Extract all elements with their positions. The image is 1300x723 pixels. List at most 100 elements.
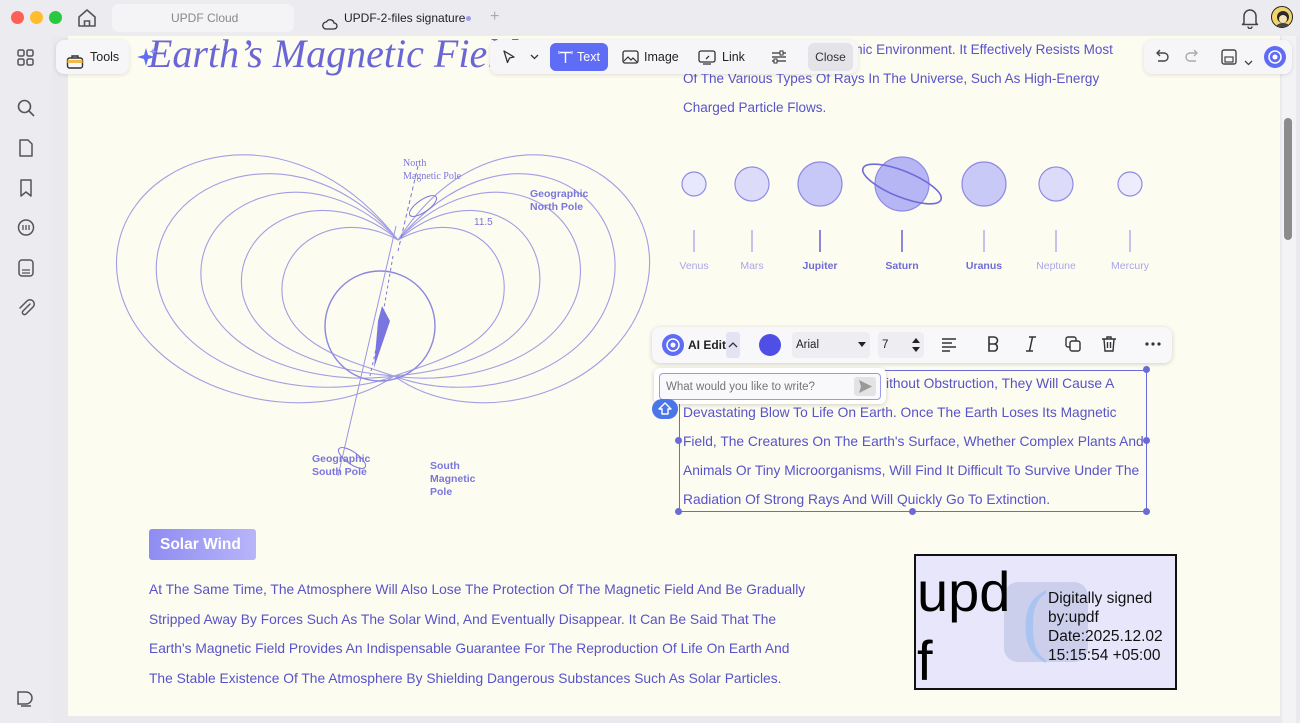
text-color-picker[interactable]	[759, 334, 781, 356]
signature-detail: Digitally signed	[1048, 590, 1153, 607]
scrollbar-thumb[interactable]	[1284, 118, 1292, 240]
resize-handle[interactable]	[1143, 508, 1150, 515]
comment-icon[interactable]	[16, 218, 36, 238]
copy-icon[interactable]	[1064, 335, 1082, 358]
chevron-up-icon[interactable]	[726, 332, 740, 358]
bell-icon[interactable]	[1240, 7, 1260, 34]
tab-image[interactable]: Image	[616, 43, 680, 71]
properties-button[interactable]	[766, 43, 792, 71]
undo-icon[interactable]	[1152, 48, 1170, 71]
paragraph-line: Charged Particle Flows.	[683, 100, 827, 115]
planet-label: Uranus	[966, 260, 1002, 272]
planet-label: Jupiter	[802, 260, 837, 272]
home-icon[interactable]	[76, 7, 98, 29]
more-icon[interactable]	[1144, 335, 1162, 358]
tools-label: Tools	[90, 50, 120, 64]
text-line: Field, The Creatures On The Earth's Surf…	[683, 434, 1144, 449]
planet-label: Mercury	[1111, 260, 1150, 272]
save-icon[interactable]	[1220, 48, 1238, 71]
attachment-icon[interactable]	[16, 298, 36, 318]
tab-document[interactable]: UPDF-2-files signature	[316, 4, 476, 32]
redo-icon[interactable]	[1184, 48, 1202, 71]
text-line: Without Obstruction, They Will Cause A	[873, 376, 1115, 391]
planet-mercury	[1117, 171, 1143, 197]
ai-sparkle-icon[interactable]	[136, 46, 158, 73]
text-format-bar: AI Edit Arial 7	[652, 327, 1172, 363]
tab-updf-cloud[interactable]: UPDF Cloud	[112, 4, 294, 32]
ai-edit-button[interactable]: AI Edit	[688, 338, 726, 352]
resize-handle[interactable]	[675, 508, 682, 515]
resize-handle[interactable]	[1143, 366, 1150, 373]
left-sidebar	[0, 36, 52, 723]
align-icon[interactable]	[940, 335, 958, 358]
chevron-down-icon[interactable]	[1244, 53, 1253, 71]
south-magnetic-label: Magnetic	[430, 473, 476, 485]
ai-edit-icon[interactable]	[662, 334, 684, 356]
signature-detail: 15:15:54 +05:00	[1048, 647, 1161, 664]
cursor-icon	[503, 50, 515, 64]
ai-anchor-icon[interactable]	[652, 399, 678, 419]
italic-icon[interactable]	[1022, 335, 1040, 358]
search-icon[interactable]	[16, 98, 36, 118]
text-line: Radiation Of Strong Rays And Will Quickl…	[683, 492, 1051, 507]
planet-label: Mars	[740, 260, 763, 272]
tools-button[interactable]: Tools	[56, 40, 129, 74]
toolbox-icon	[66, 49, 84, 83]
minimize-window-button[interactable]	[30, 11, 43, 24]
signature-name: upd	[917, 560, 1011, 623]
avatar[interactable]	[1271, 6, 1293, 28]
thumbnails-grid-icon[interactable]	[16, 48, 36, 68]
stamp-icon[interactable]	[16, 258, 36, 278]
dropdown-arrow-icon	[858, 342, 866, 347]
planet-label: Saturn	[885, 260, 918, 272]
select-tool-button[interactable]	[498, 43, 544, 71]
layers-icon[interactable]	[15, 690, 35, 713]
digital-signature[interactable]: ( upd f Digitally signed by:updf Date:20…	[914, 554, 1177, 690]
link-label: Link	[722, 50, 745, 64]
tab-link[interactable]: Link	[694, 43, 748, 71]
tab-label: UPDF Cloud	[171, 11, 239, 25]
history-toolbar	[1144, 40, 1292, 74]
magnetic-field-diagram: North Magnetic Pole Geographic North Pol…	[115, 154, 651, 485]
close-window-button[interactable]	[11, 11, 24, 24]
text-icon	[558, 51, 573, 63]
updf-logo-glyph: (	[1022, 576, 1049, 664]
title-bar: UPDF Cloud UPDF-2-files signature +	[0, 0, 1300, 36]
bold-icon[interactable]	[984, 335, 1002, 358]
chevron-down-icon	[530, 54, 539, 60]
zoom-window-button[interactable]	[49, 11, 62, 24]
unsaved-dot	[466, 16, 471, 21]
planets-row: Venus Mars Jupiter Saturn Uranus Neptune Mercu…	[679, 156, 1150, 272]
add-tab-icon[interactable]: +	[490, 8, 499, 26]
planet-label: Venus	[679, 260, 708, 272]
body-line: Stripped Away By Forces Such As The Sola…	[149, 612, 777, 627]
close-button[interactable]: Close	[808, 43, 853, 71]
resize-handle[interactable]	[909, 508, 916, 515]
body-line: Earth's Magnetic Field Provides An Indis…	[149, 641, 790, 656]
tab-text[interactable]: Text	[550, 43, 608, 71]
page-icon[interactable]	[16, 138, 36, 158]
south-magnetic-label: South	[430, 460, 460, 472]
geographic-north-label: North Pole	[530, 201, 583, 213]
font-size-stepper[interactable]: 7	[878, 332, 924, 358]
body-line: At The Same Time, The Atmosphere Will Al…	[149, 582, 806, 597]
ai-assistant-icon[interactable]	[1264, 46, 1286, 68]
font-size-value: 7	[882, 339, 889, 351]
signature-detail: Date:2025.12.02	[1048, 628, 1163, 645]
tilt-angle-label: 11.5	[474, 217, 493, 228]
geographic-south-label: Geographic	[312, 453, 371, 465]
planet-uranus	[961, 161, 1007, 207]
body-line: The Stable Existence Of The Atmosphere B…	[149, 671, 782, 686]
planet-label: Neptune	[1036, 260, 1076, 272]
bookmark-icon[interactable]	[16, 178, 36, 198]
link-icon	[698, 50, 716, 65]
delete-icon[interactable]	[1100, 335, 1118, 358]
signature-detail: by:updf	[1048, 609, 1099, 626]
ai-prompt-input[interactable]	[659, 373, 881, 400]
image-label: Image	[644, 50, 679, 64]
font-family-select[interactable]: Arial	[792, 332, 870, 358]
send-icon[interactable]	[854, 377, 876, 396]
resize-handle[interactable]	[1143, 437, 1150, 444]
document-title: Earth’s Magnetic Field	[148, 36, 519, 76]
resize-handle[interactable]	[675, 437, 682, 444]
